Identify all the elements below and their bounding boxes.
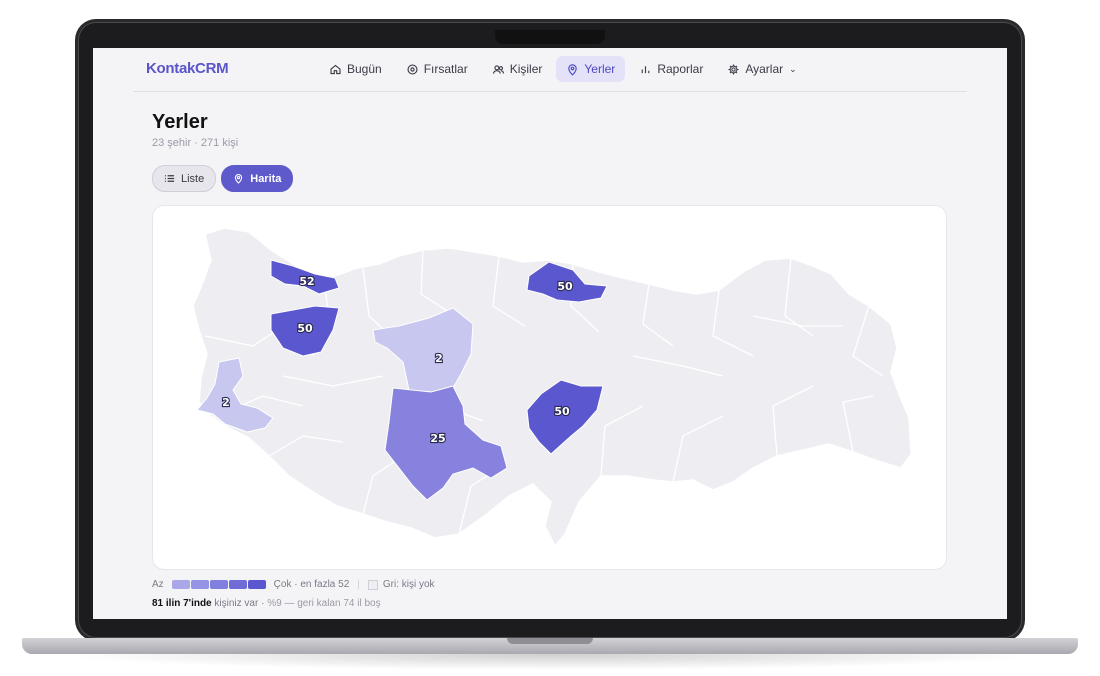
- region-value-label: 50: [297, 322, 313, 335]
- legend-high-label: Çok · en fazla 52: [273, 579, 350, 590]
- nav-label: Fırsatlar: [423, 62, 468, 76]
- map-card: 52 50 50 2 2 25 50: [152, 205, 947, 570]
- bar-chart-icon: [641, 65, 650, 73]
- nav-item-raporlar[interactable]: Raporlar: [629, 56, 713, 82]
- laptop-base-groove: [507, 638, 593, 644]
- target-icon: [407, 63, 418, 75]
- nav-item-yerler[interactable]: Yerler: [556, 56, 626, 82]
- list-view-label: Liste: [181, 172, 205, 185]
- legend-swatch: [190, 580, 209, 589]
- region-value-label: 2: [435, 352, 443, 365]
- users-icon: [492, 64, 504, 74]
- legend-swatch: [171, 580, 190, 589]
- app-logo[interactable]: KontakCRM: [146, 60, 229, 77]
- coverage-count: 81 ilin 7'inde: [152, 598, 212, 609]
- list-view-button[interactable]: Liste: [152, 165, 217, 192]
- map-view-label: Harita: [250, 172, 282, 185]
- page-subtitle: 23 şehir · 271 kişi: [152, 137, 239, 149]
- region-value-label: 25: [430, 432, 445, 445]
- region-value-label: 52: [299, 275, 314, 288]
- region-value-label: 2: [222, 396, 230, 409]
- location-pin-icon: [568, 63, 578, 76]
- nav-item-ayarlar[interactable]: Ayarlar ⌄: [717, 56, 806, 82]
- legend-empty-label: Gri: kişi yok: [382, 579, 435, 590]
- coverage-text: kişiniz var ·: [211, 598, 268, 609]
- nav-label: Yerler: [584, 62, 616, 76]
- nav-label: Kişiler: [509, 62, 543, 76]
- main-nav: Bugün Fırsatlar Kişiler Yerler Raporlar …: [319, 56, 807, 82]
- legend-divider: |: [357, 579, 360, 590]
- legend-low-label: Az: [152, 579, 164, 590]
- map-legend: Az Çok · en fazla 52 | Gri: kişi yok: [152, 579, 435, 590]
- top-header: KontakCRM Bugün Fırsatlar Kişiler Yerler…: [133, 48, 967, 92]
- app-screen: KontakCRM Bugün Fırsatlar Kişiler Yerler…: [93, 48, 1007, 619]
- nav-item-bugun[interactable]: Bugün: [319, 56, 392, 82]
- map-view-button[interactable]: Harita: [221, 165, 294, 192]
- nav-label: Bugün: [347, 62, 382, 76]
- nav-label: Raporlar: [657, 62, 704, 76]
- region-value-label: 50: [557, 280, 573, 293]
- home-icon: [330, 64, 341, 74]
- turkey-province-map: 52 50 50 2 2 25 50: [192, 227, 912, 548]
- page-title: Yerler: [152, 111, 208, 133]
- camera-notch: [495, 30, 605, 44]
- list-icon: [164, 175, 175, 182]
- view-toggle: Liste Harita: [152, 165, 294, 192]
- region-value-label: 50: [554, 405, 570, 418]
- chevron-down-icon: ⌄: [789, 63, 797, 74]
- coverage-summary: 81 ilin 7'inde kişiniz var · %9 — geri k…: [152, 598, 381, 609]
- nav-item-kisiler[interactable]: Kişiler: [482, 56, 553, 82]
- gear-icon: [728, 63, 739, 75]
- legend-empty-swatch: [367, 579, 378, 590]
- legend-swatch: [247, 580, 266, 589]
- nav-item-firsatlar[interactable]: Fırsatlar: [396, 56, 478, 82]
- nav-label: Ayarlar: [745, 62, 784, 76]
- legend-swatch: [228, 580, 247, 589]
- location-pin-icon: [235, 174, 243, 184]
- legend-swatch: [209, 580, 228, 589]
- coverage-percent: %9 — geri kalan 74 il boş: [267, 598, 381, 609]
